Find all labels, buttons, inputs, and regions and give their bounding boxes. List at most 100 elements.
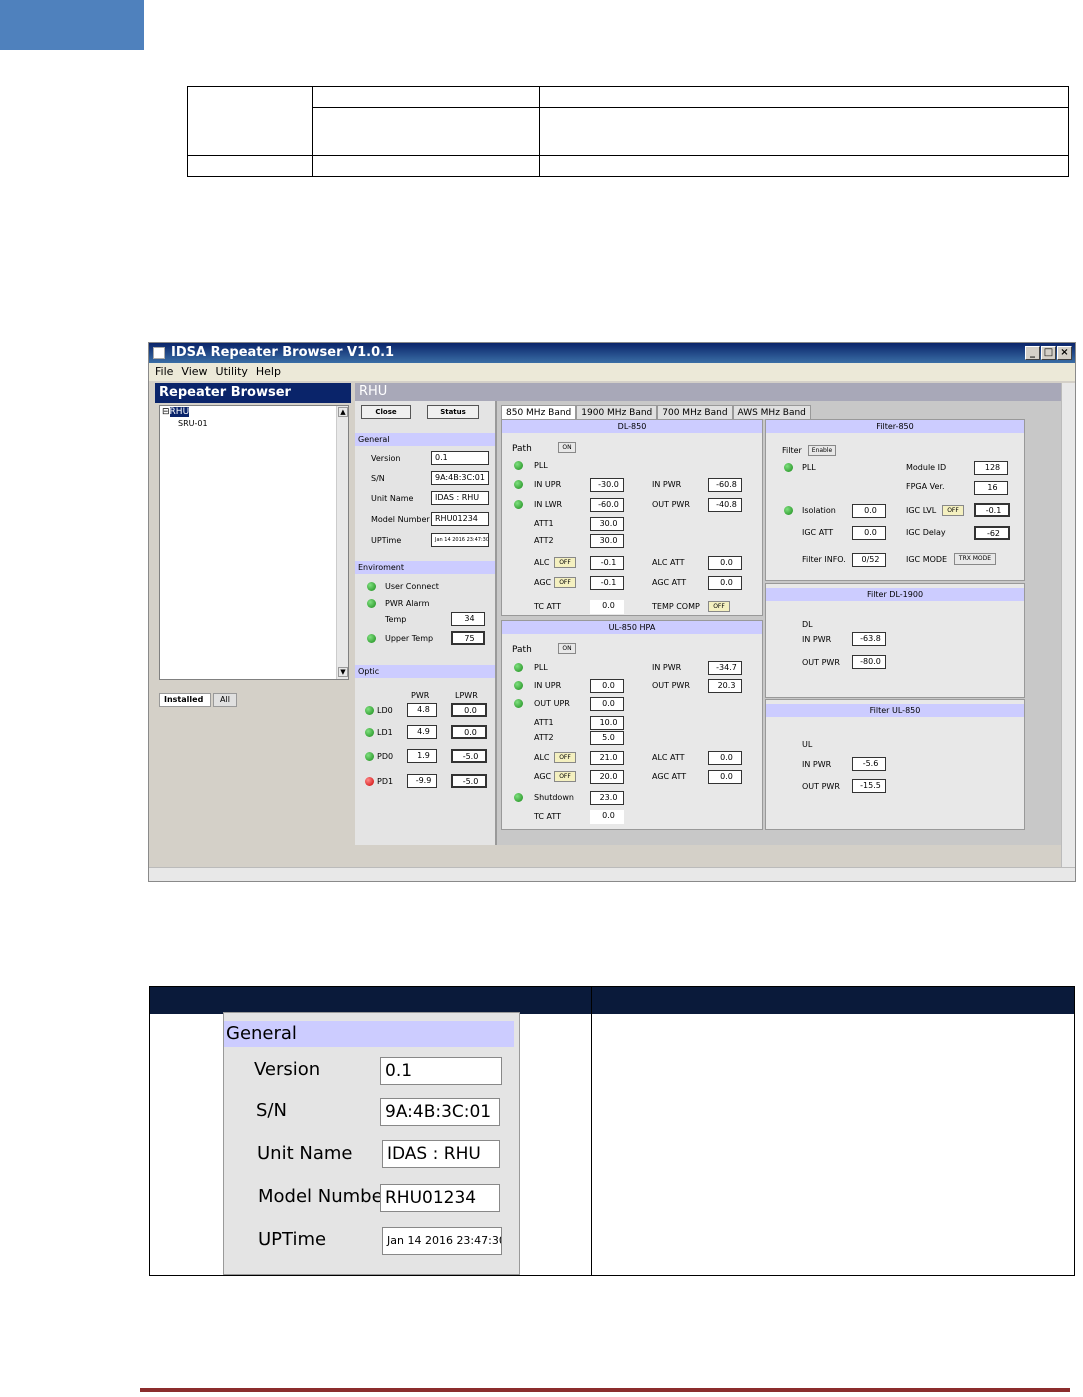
igc-lvl-toggle[interactable]: OFF <box>942 505 964 516</box>
dl-alc-att-label: ALC ATT <box>652 558 685 567</box>
zoom-sn-label: S/N <box>256 1100 287 1121</box>
ld0-lpwr-field[interactable]: 0.0 <box>451 703 487 717</box>
fpga-field[interactable]: 16 <box>974 481 1008 495</box>
ul-agc-toggle[interactable]: OFF <box>554 771 576 782</box>
zoom-version-label: Version <box>254 1059 321 1080</box>
dl-in-lwr-label: IN LWR <box>534 500 563 509</box>
isolation-field[interactable]: 0.0 <box>852 504 886 518</box>
band-tabs: 850 MHz Band 1900 MHz Band 700 MHz Band … <box>501 405 811 419</box>
dl-in-upr-field[interactable]: -30.0 <box>590 478 624 492</box>
igc-att-label: IGC ATT <box>802 528 834 537</box>
ul-att1-field[interactable]: 10.0 <box>590 716 624 730</box>
tree-node-sru[interactable]: SRU-01 <box>178 419 208 428</box>
ul-out-pwr-field[interactable]: 20.3 <box>708 679 742 693</box>
tab-700[interactable]: 700 MHz Band <box>657 405 733 419</box>
scroll-up-icon[interactable]: ▲ <box>338 407 348 417</box>
temp-field[interactable]: 34 <box>451 612 485 626</box>
ul-out-upr-field[interactable]: 0.0 <box>590 697 624 711</box>
dl-tc-att-field[interactable]: 0.0 <box>590 600 624 614</box>
ul-in-pwr-field[interactable]: -34.7 <box>708 661 742 675</box>
close-window-button[interactable]: × <box>1057 346 1072 360</box>
pd1-label: PD1 <box>377 777 394 786</box>
fdl-out-pwr-field[interactable]: -80.0 <box>852 655 886 669</box>
zoom-uptime-label: UPTime <box>258 1229 327 1250</box>
tab-1900[interactable]: 1900 MHz Band <box>576 405 658 419</box>
ld1-led <box>365 728 374 737</box>
igc-lvl-field[interactable]: -0.1 <box>974 503 1010 517</box>
dl-out-pwr-field[interactable]: -40.8 <box>708 498 742 512</box>
fdl-in-pwr-field[interactable]: -63.8 <box>852 632 886 646</box>
menu-file[interactable]: File <box>155 365 173 378</box>
ul-att2-field[interactable]: 5.0 <box>590 731 624 745</box>
igc-delay-field[interactable]: -62 <box>974 526 1010 540</box>
pd0-pwr-field[interactable]: 1.9 <box>407 749 437 763</box>
ld1-lpwr-field[interactable]: 0.0 <box>451 725 487 739</box>
dl-in-lwr-field[interactable]: -60.0 <box>590 498 624 512</box>
sn-field[interactable]: 9A:4B:3C:01 <box>431 471 489 485</box>
dl-att1-field[interactable]: 30.0 <box>590 517 624 531</box>
close-button[interactable]: Close <box>361 405 411 419</box>
ul-in-upr-field[interactable]: 0.0 <box>590 679 624 693</box>
ul-out-pwr-label: OUT PWR <box>652 681 690 690</box>
unit-name-field[interactable]: IDAS : RHU <box>431 491 489 505</box>
maximize-button[interactable]: □ <box>1041 346 1056 360</box>
ul-agc-field[interactable]: 20.0 <box>590 770 624 784</box>
ld1-pwr-field[interactable]: 4.9 <box>407 725 437 739</box>
version-field[interactable]: 0.1 <box>431 451 489 465</box>
ul-alc-att-field[interactable]: 0.0 <box>708 751 742 765</box>
ld0-pwr-field[interactable]: 4.8 <box>407 703 437 717</box>
version-label: Version <box>371 454 401 463</box>
status-button[interactable]: Status <box>427 405 479 419</box>
igc-mode-toggle[interactable]: TRX MODE <box>954 553 996 565</box>
dl-agc-att-field[interactable]: 0.0 <box>708 576 742 590</box>
tree-scrollbar[interactable]: ▲ ▼ <box>336 406 348 679</box>
ul-alc-toggle[interactable]: OFF <box>554 752 576 763</box>
window-vertical-scrollbar[interactable] <box>1061 383 1075 869</box>
tab-850[interactable]: 850 MHz Band <box>501 405 577 419</box>
dl-alc-att-field[interactable]: 0.0 <box>708 556 742 570</box>
igc-att-field[interactable]: 0.0 <box>852 526 886 540</box>
filter-info-field[interactable]: 0/52 <box>852 553 886 567</box>
ul-tc-att-field[interactable]: 0.0 <box>590 810 624 824</box>
window-horizontal-scrollbar[interactable] <box>149 867 1075 881</box>
pwr-alarm-led <box>367 599 376 608</box>
menu-help[interactable]: Help <box>256 365 281 378</box>
uptime-field[interactable]: Jan 14 2016 23:47:30 <box>431 533 489 547</box>
upper-temp-field[interactable]: 75 <box>451 631 485 645</box>
pd0-led <box>365 752 374 761</box>
pwr-alarm-label: PWR Alarm <box>385 599 430 608</box>
dl-agc-toggle[interactable]: OFF <box>554 577 576 588</box>
ul-agc-att-field[interactable]: 0.0 <box>708 770 742 784</box>
ul-alc-field[interactable]: 21.0 <box>590 751 624 765</box>
pd1-pwr-field[interactable]: -9.9 <box>407 774 437 788</box>
zoom-unit-name-field: IDAS : RHU <box>382 1140 500 1168</box>
scroll-down-icon[interactable]: ▼ <box>338 667 348 677</box>
dl-agc-field[interactable]: -0.1 <box>590 576 624 590</box>
model-number-field[interactable]: RHU01234 <box>431 512 489 526</box>
module-id-field[interactable]: 128 <box>974 461 1008 475</box>
tab-aws[interactable]: AWS MHz Band <box>732 405 811 419</box>
menu-view[interactable]: View <box>181 365 207 378</box>
tab-installed[interactable]: Installed <box>159 693 211 707</box>
dl-path-toggle[interactable]: ON <box>558 442 576 453</box>
menu-utility[interactable]: Utility <box>216 365 248 378</box>
ul-shutdown-field[interactable]: 23.0 <box>590 791 624 805</box>
dl-in-pwr-field[interactable]: -60.8 <box>708 478 742 492</box>
ful-out-pwr-field[interactable]: -15.5 <box>852 779 886 793</box>
tree-node-rhu[interactable]: RHU <box>169 407 190 417</box>
dl-alc-toggle[interactable]: OFF <box>554 557 576 568</box>
dl-in-upr-led <box>514 480 523 489</box>
pd1-lpwr-field[interactable]: -5.0 <box>451 774 487 788</box>
ful-in-pwr-field[interactable]: -5.6 <box>852 757 886 771</box>
filter-label: Filter <box>782 446 802 455</box>
filter-enable-toggle[interactable]: Enable <box>808 445 836 456</box>
ld1-label: LD1 <box>377 728 393 737</box>
dl-temp-comp-toggle[interactable]: OFF <box>708 601 730 612</box>
ul-path-toggle[interactable]: ON <box>558 643 576 654</box>
ld0-label: LD0 <box>377 706 393 715</box>
tab-all[interactable]: All <box>213 693 237 707</box>
dl-alc-field[interactable]: -0.1 <box>590 556 624 570</box>
pd0-lpwr-field[interactable]: -5.0 <box>451 749 487 763</box>
minimize-button[interactable]: _ <box>1025 346 1040 360</box>
dl-att2-field[interactable]: 30.0 <box>590 534 624 548</box>
